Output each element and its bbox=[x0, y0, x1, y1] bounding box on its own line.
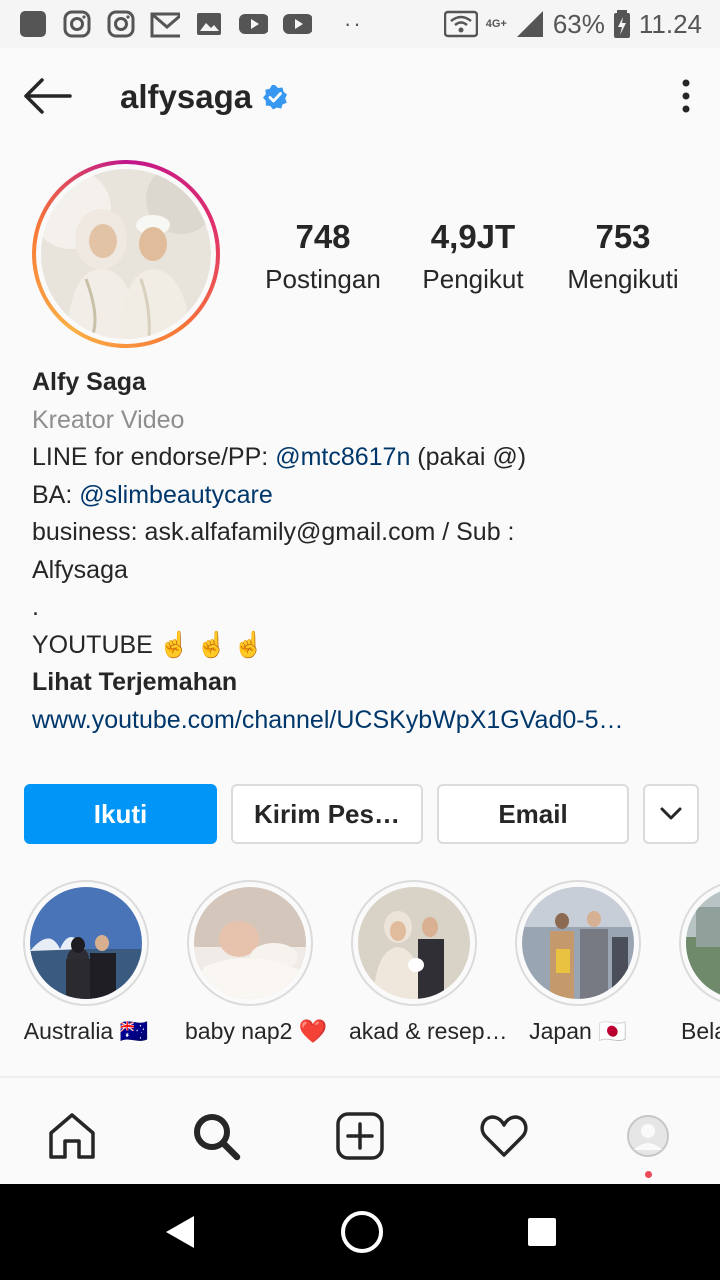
stat-following[interactable]: 753 Mengikuti bbox=[548, 218, 698, 295]
gmail-icon bbox=[150, 9, 180, 39]
stat-posts[interactable]: 748 Postingan bbox=[248, 218, 398, 295]
instagram-icon bbox=[62, 9, 92, 39]
highlight-item[interactable]: Japan 🇯🇵 bbox=[513, 880, 643, 1045]
pointing-up-emoji: ☝☝☝ bbox=[158, 630, 271, 659]
highlight-label: akad & resep… bbox=[349, 1018, 508, 1044]
verified-badge-icon bbox=[263, 85, 288, 110]
back-arrow-icon[interactable] bbox=[22, 76, 72, 116]
nav-search[interactable] bbox=[186, 1106, 246, 1166]
youtube-icon bbox=[238, 9, 268, 39]
highlight-label: Australia 🇦🇺 bbox=[23, 1018, 149, 1044]
highlight-label: Bela bbox=[681, 1018, 720, 1044]
status-right: 4G+ 63% 11.24 bbox=[443, 8, 702, 40]
bio-line: YOUTUBE ☝☝☝ bbox=[32, 627, 702, 665]
profile-header: alfysaga bbox=[0, 48, 720, 144]
image-icon bbox=[194, 9, 224, 39]
status-bar: ·· 4G+ 63% 11.24 bbox=[0, 0, 720, 48]
battery-icon bbox=[613, 10, 630, 38]
divider bbox=[0, 1076, 720, 1078]
bio-text: YOUTUBE bbox=[32, 630, 153, 659]
more-notifications-dots: ·· bbox=[344, 11, 363, 36]
network-type: 4G+ bbox=[485, 18, 507, 30]
profile-bio: Alfy Saga Kreator Video LINE for endorse… bbox=[32, 364, 702, 739]
stat-followers[interactable]: 4,9JT Pengikut bbox=[398, 218, 548, 295]
category-label: Kreator Video bbox=[32, 405, 185, 434]
mention-link[interactable]: @mtc8617n bbox=[275, 443, 410, 471]
highlight-item[interactable]: akad & resep… bbox=[349, 880, 508, 1045]
highlight-label: baby nap2 ❤️ bbox=[185, 1018, 328, 1044]
nav-profile[interactable] bbox=[618, 1106, 678, 1178]
highlight-item[interactable]: baby nap2 ❤️ bbox=[185, 880, 328, 1045]
bio-text: LINE for endorse/PP: bbox=[32, 443, 276, 471]
more-options-icon[interactable] bbox=[680, 78, 692, 114]
highlight-cover bbox=[686, 887, 720, 999]
signal-icon bbox=[516, 11, 543, 37]
highlight-label: Japan 🇯🇵 bbox=[529, 1018, 627, 1044]
system-nav-bar bbox=[0, 1184, 720, 1280]
email-button[interactable]: Email bbox=[437, 784, 629, 844]
mention-link[interactable]: @slimbeautycare bbox=[79, 481, 273, 509]
page-title: alfysaga bbox=[120, 78, 288, 116]
add-post-icon bbox=[336, 1112, 384, 1160]
profile-stats: 748 Postingan 4,9JT Pengikut 753 Mengiku… bbox=[248, 218, 698, 295]
following-count: 753 bbox=[595, 218, 651, 255]
square-icon bbox=[18, 9, 48, 39]
nav-activity[interactable] bbox=[474, 1106, 534, 1166]
follow-button[interactable]: Ikuti bbox=[24, 784, 217, 844]
followers-label: Pengikut bbox=[422, 264, 524, 294]
highlight-cover bbox=[358, 887, 470, 999]
highlight-item[interactable]: Bela bbox=[677, 880, 720, 1045]
bio-text: BA: bbox=[32, 480, 80, 509]
followers-count: 4,9JT bbox=[430, 218, 516, 255]
battery-percent: 63% bbox=[552, 8, 605, 39]
profile-actions: Ikuti Kirim Pes… Email bbox=[24, 784, 699, 844]
heart-icon bbox=[480, 1115, 528, 1157]
profile-avatar-icon bbox=[627, 1115, 669, 1157]
bio-line: business: ask.alfafamily@gmail.com / Sub… bbox=[32, 518, 515, 546]
story-highlights: Australia 🇦🇺 baby nap2 ❤️ akad & resep… … bbox=[0, 880, 720, 1050]
clock: 11.24 bbox=[638, 8, 702, 39]
message-button[interactable]: Kirim Pes… bbox=[231, 784, 423, 844]
bottom-nav bbox=[0, 1088, 720, 1184]
youtube-icon bbox=[282, 9, 312, 39]
recents-icon[interactable] bbox=[524, 1214, 560, 1250]
bio-text: (pakai @) bbox=[410, 443, 527, 471]
username: alfysaga bbox=[120, 78, 253, 115]
website-link[interactable]: www.youtube.com/channel/UCSKybWpX1GVad0-… bbox=[32, 702, 702, 740]
bio-line: BA: @slimbeautycare bbox=[32, 477, 702, 515]
bio-line: . bbox=[32, 593, 39, 621]
highlight-cover bbox=[30, 887, 142, 999]
bio-line: LINE for endorse/PP: @mtc8617n (pakai @) bbox=[32, 439, 702, 477]
nav-home[interactable] bbox=[42, 1106, 102, 1166]
notification-icons: ·· bbox=[18, 9, 363, 39]
instagram-icon bbox=[106, 9, 136, 39]
highlight-cover bbox=[194, 887, 306, 999]
wifi-icon bbox=[443, 10, 478, 38]
avatar-photo bbox=[41, 169, 211, 339]
back-icon[interactable] bbox=[160, 1212, 200, 1252]
highlight-cover bbox=[522, 887, 634, 999]
suggested-dropdown-button[interactable] bbox=[643, 784, 699, 844]
following-label: Mengikuti bbox=[567, 264, 679, 294]
home-icon bbox=[49, 1113, 95, 1159]
bio-line: Alfysaga bbox=[32, 555, 128, 584]
profile-avatar[interactable] bbox=[32, 160, 220, 348]
notification-dot bbox=[645, 1171, 652, 1178]
display-name: Alfy Saga bbox=[32, 368, 146, 396]
see-translation-link[interactable]: Lihat Terjemahan bbox=[32, 664, 702, 702]
home-circle-icon[interactable] bbox=[339, 1209, 385, 1255]
highlight-item[interactable]: Australia 🇦🇺 bbox=[21, 880, 151, 1045]
chevron-down-icon bbox=[660, 807, 682, 820]
nav-create[interactable] bbox=[330, 1106, 390, 1166]
search-icon bbox=[194, 1114, 241, 1161]
posts-count: 748 bbox=[295, 218, 351, 255]
posts-label: Postingan bbox=[265, 264, 381, 294]
